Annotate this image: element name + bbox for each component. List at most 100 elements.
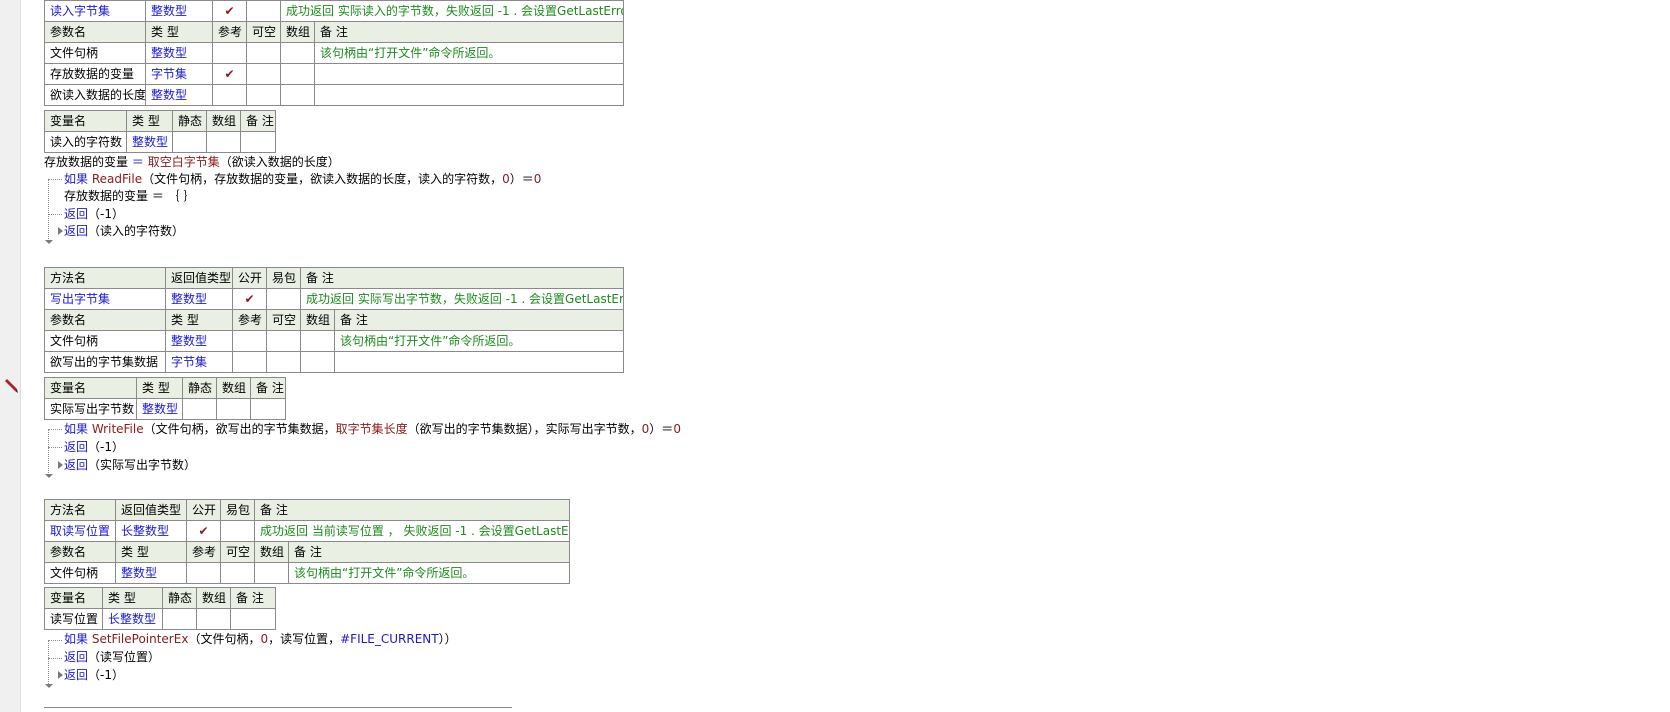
public-check-icon[interactable]: ✔ <box>212 0 247 22</box>
static-cell[interactable] <box>182 398 217 420</box>
method-name[interactable]: 取读写位置 <box>44 520 116 542</box>
header-cell: 参数名 <box>44 541 116 563</box>
var-row[interactable]: 读入的字符数 整数型 <box>44 131 276 153</box>
param-name[interactable]: 欲读入数据的长度 <box>44 84 146 106</box>
param-name[interactable]: 文件句柄 <box>44 42 146 64</box>
public-check-icon[interactable]: ✔ <box>232 288 267 310</box>
method-note[interactable]: 成功返回 实际读入的字节数，失败返回 -1 . 会设置GetLastError <box>280 0 624 22</box>
method-row[interactable]: 取读写位置 长整数型 ✔ 成功返回 当前读写位置 ， 失败返回 -1 . 会设置… <box>44 520 570 542</box>
code-line[interactable]: 存放数据的变量 ＝ 取空白字节集（欲读入数据的长度） <box>44 154 340 171</box>
param-name[interactable]: 文件句柄 <box>44 330 166 352</box>
flow-tick <box>48 447 62 448</box>
param-note[interactable] <box>314 63 624 85</box>
array-cell[interactable] <box>216 398 251 420</box>
code-line[interactable]: 存放数据的变量 ＝ ｛ ｝ <box>64 188 195 205</box>
header-cell: 返回值类型 <box>165 267 233 289</box>
param-type[interactable]: 整数型 <box>145 84 213 106</box>
public-check-icon[interactable]: ✔ <box>186 520 221 542</box>
param-type[interactable]: 字节集 <box>165 351 233 373</box>
array-cell[interactable] <box>300 351 335 373</box>
var-row[interactable]: 实际写出字节数 整数型 <box>44 398 286 420</box>
return-type[interactable]: 长整数型 <box>115 520 187 542</box>
param-row[interactable]: 欲写出的字节集数据 字节集 <box>44 351 624 373</box>
pencil-icon[interactable] <box>3 378 19 394</box>
param-row[interactable]: 文件句柄 整数型 该句柄由“打开文件”命令所返回。 <box>44 330 624 352</box>
array-cell[interactable] <box>280 42 315 64</box>
param-note[interactable]: 该句柄由“打开文件”命令所返回。 <box>288 562 570 584</box>
nullable-cell[interactable] <box>246 42 281 64</box>
param-note[interactable] <box>314 84 624 106</box>
nullable-cell[interactable] <box>266 330 301 352</box>
param-name[interactable]: 文件句柄 <box>44 562 116 584</box>
easy-pack-cell[interactable] <box>266 288 301 310</box>
param-name[interactable]: 欲写出的字节集数据 <box>44 351 166 373</box>
ref-cell[interactable] <box>232 330 267 352</box>
param-note[interactable] <box>334 351 624 373</box>
method-name[interactable]: 写出字节集 <box>44 288 166 310</box>
method-note[interactable]: 成功返回 实际写出字节数，失败返回 -1 . 会设置GetLastError <box>300 288 624 310</box>
code-line[interactable]: 返回（-1） <box>64 206 124 223</box>
var-type[interactable]: 整数型 <box>136 398 183 420</box>
array-cell[interactable] <box>280 63 315 85</box>
var-type[interactable]: 长整数型 <box>102 608 163 630</box>
param-type[interactable]: 字节集 <box>145 63 213 85</box>
var-type[interactable]: 整数型 <box>126 131 173 153</box>
param-type[interactable]: 整数型 <box>115 562 187 584</box>
header-cell: 静态 <box>162 587 197 609</box>
nullable-cell[interactable] <box>246 84 281 106</box>
code-line[interactable]: 返回（读写位置） <box>64 649 160 666</box>
method-name[interactable]: 读入字节集 <box>44 0 146 22</box>
code-line[interactable]: 如果 WriteFile（文件句柄，欲写出的字节集数据，取字节集长度（欲写出的字… <box>64 421 681 438</box>
param-row[interactable]: 文件句柄 整数型 该句柄由“打开文件”命令所返回。 <box>44 42 624 64</box>
code-line[interactable]: 如果 SetFilePointerEx（文件句柄，0，读写位置，#FILE_CU… <box>64 631 457 648</box>
return-type[interactable]: 整数型 <box>145 0 213 22</box>
param-row[interactable]: 存放数据的变量 字节集 ✔ <box>44 63 624 85</box>
return-type[interactable]: 整数型 <box>165 288 233 310</box>
note-cell[interactable] <box>250 398 286 420</box>
array-cell[interactable] <box>206 131 241 153</box>
var-name[interactable]: 读写位置 <box>44 608 103 630</box>
method-table-write: 方法名 返回值类型 公开 易包 备 注 写出字节集 整数型 ✔ 成功返回 实际写… <box>44 267 624 373</box>
ref-check-icon[interactable]: ✔ <box>212 63 247 85</box>
var-row[interactable]: 读写位置 长整数型 <box>44 608 276 630</box>
nullable-cell[interactable] <box>246 63 281 85</box>
method-row[interactable]: 写出字节集 整数型 ✔ 成功返回 实际写出字节数，失败返回 -1 . 会设置Ge… <box>44 288 624 310</box>
note-cell[interactable] <box>230 608 276 630</box>
code-line[interactable]: 返回（读入的字符数） <box>64 223 184 240</box>
ref-cell[interactable] <box>212 42 247 64</box>
var-name[interactable]: 读入的字符数 <box>44 131 127 153</box>
ref-cell[interactable] <box>232 351 267 373</box>
array-cell[interactable] <box>280 84 315 106</box>
param-row[interactable]: 文件句柄 整数型 该句柄由“打开文件”命令所返回。 <box>44 562 570 584</box>
code-line[interactable]: 如果 ReadFile（文件句柄，存放数据的变量，欲读入数据的长度，读入的字符数… <box>64 171 541 188</box>
param-note[interactable]: 该句柄由“打开文件”命令所返回。 <box>334 330 624 352</box>
ref-cell[interactable] <box>212 84 247 106</box>
method-row[interactable]: 读入字节集 整数型 ✔ 成功返回 实际读入的字节数，失败返回 -1 . 会设置G… <box>44 0 624 22</box>
note-cell[interactable] <box>240 131 276 153</box>
code-editor[interactable]: 读入字节集 整数型 ✔ 成功返回 实际读入的字节数，失败返回 -1 . 会设置G… <box>44 0 1670 712</box>
array-cell[interactable] <box>196 608 231 630</box>
code-line[interactable]: 返回（-1） <box>64 667 124 684</box>
code-token: （欲写出的字节集数据），实际写出字节数， <box>407 422 642 436</box>
method-note[interactable]: 成功返回 当前读写位置 ， 失败返回 -1 . 会设置GetLastError <box>254 520 570 542</box>
static-cell[interactable] <box>162 608 197 630</box>
ref-cell[interactable] <box>186 562 221 584</box>
array-cell[interactable] <box>254 562 289 584</box>
array-cell[interactable] <box>300 330 335 352</box>
nullable-cell[interactable] <box>220 562 255 584</box>
var-name[interactable]: 实际写出字节数 <box>44 398 137 420</box>
static-cell[interactable] <box>172 131 207 153</box>
code-line[interactable]: 返回（实际写出字节数） <box>64 457 196 474</box>
param-row[interactable]: 欲读入数据的长度 整数型 <box>44 84 624 106</box>
param-type[interactable]: 整数型 <box>145 42 213 64</box>
param-type[interactable]: 整数型 <box>165 330 233 352</box>
header-cell: 方法名 <box>44 499 116 521</box>
param-note[interactable]: 该句柄由“打开文件”命令所返回。 <box>314 42 624 64</box>
header-cell: 类 型 <box>136 377 183 399</box>
code-line[interactable]: 返回（-1） <box>64 439 124 456</box>
nullable-cell[interactable] <box>266 351 301 373</box>
param-name[interactable]: 存放数据的变量 <box>44 63 146 85</box>
easy-pack-cell[interactable] <box>246 0 281 22</box>
header-cell: 参考 <box>212 21 247 43</box>
easy-pack-cell[interactable] <box>220 520 255 542</box>
